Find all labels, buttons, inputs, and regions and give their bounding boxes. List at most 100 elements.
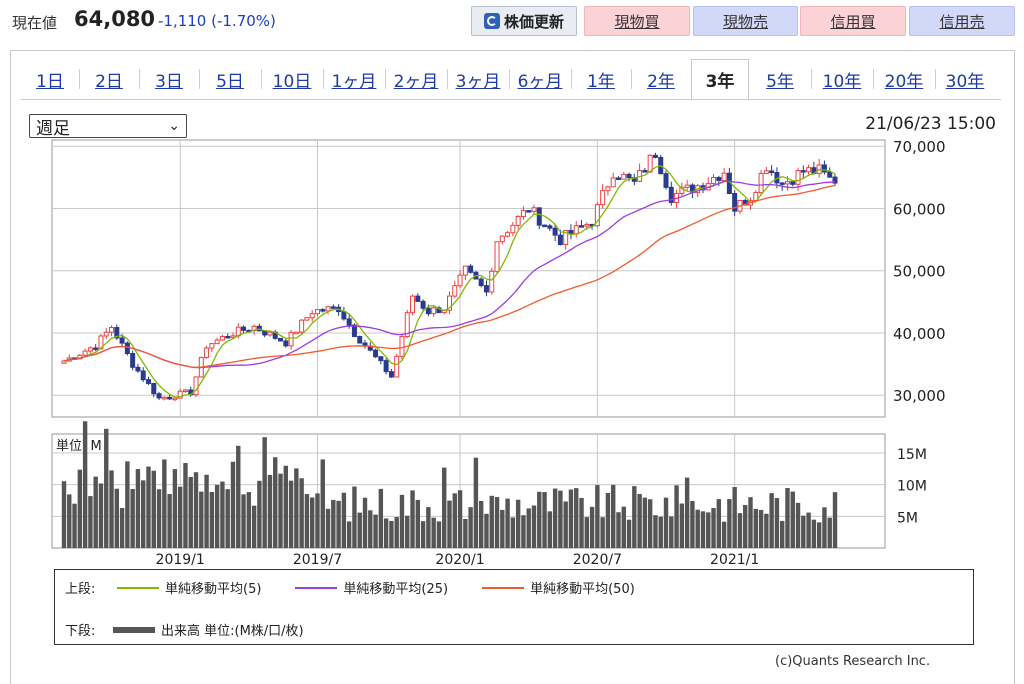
volume-tick-label: 15M: [897, 447, 927, 463]
volume-bar: [579, 497, 584, 548]
date-tick-label: 2020/1: [435, 552, 484, 566]
candle-body: [161, 396, 167, 400]
volume-bar: [88, 496, 93, 548]
volume-bar: [262, 437, 267, 548]
volume-bar: [156, 489, 162, 548]
candle-body: [642, 170, 648, 173]
legend-ma5-label: 単純移動平均(5): [165, 582, 262, 597]
price-value: 64,080: [74, 7, 156, 31]
volume-bar: [362, 497, 368, 548]
volume-bar: [220, 481, 225, 548]
candle-body: [119, 337, 125, 344]
volume-bar: [558, 490, 563, 548]
volume-bar: [463, 518, 468, 548]
candle-body: [283, 340, 289, 347]
candle-body: [827, 171, 833, 178]
volume-bar: [346, 521, 352, 548]
volume-bar: [505, 498, 510, 548]
candle-body: [652, 154, 658, 158]
volume-bar: [394, 517, 399, 548]
candle-body: [204, 347, 210, 358]
candle-body: [241, 326, 247, 331]
candle-body: [93, 347, 99, 350]
date-tick-label: 2020/7: [573, 552, 622, 566]
volume-bar: [758, 509, 764, 548]
volume-bar: [653, 515, 658, 548]
volume-bar: [478, 501, 484, 548]
volume-bar: [774, 498, 780, 548]
candle-body: [457, 274, 463, 287]
candle-body: [415, 295, 421, 302]
volume-bar: [568, 489, 574, 548]
candle-body: [219, 335, 225, 341]
candle-body: [373, 349, 379, 358]
volume-bar: [141, 480, 146, 548]
volume-bar: [267, 474, 273, 548]
candle-body: [462, 265, 468, 276]
volume-bar: [642, 497, 648, 548]
volume-bar: [711, 508, 716, 548]
volume-bar: [531, 505, 537, 548]
volume-bar: [500, 509, 505, 548]
volume-bar: [146, 466, 151, 548]
candle-body: [821, 164, 827, 173]
candle-body: [499, 235, 505, 243]
margin-sell-button[interactable]: 信用売: [909, 6, 1015, 36]
volume-bar: [584, 517, 590, 548]
candle-body: [288, 331, 294, 347]
candle-body: [383, 360, 389, 373]
volume-bar: [72, 503, 77, 548]
candle-body: [547, 225, 553, 229]
candle-body: [526, 210, 532, 213]
candle-body: [468, 265, 474, 273]
legend-ma50-label: 単純移動平均(50): [530, 582, 635, 597]
candle-body: [124, 342, 130, 355]
volume-bar: [574, 488, 579, 548]
volume-bar: [521, 515, 526, 548]
date-tick-label: 2021/1: [710, 552, 759, 566]
volume-bar: [563, 501, 568, 548]
volume-bar: [410, 490, 415, 548]
volume-bar: [431, 517, 436, 548]
candle-body: [716, 177, 722, 181]
refresh-button[interactable]: 株価更新: [471, 6, 577, 36]
volume-bar: [246, 492, 252, 548]
candle-body: [711, 177, 717, 185]
volume-bar: [801, 515, 806, 548]
candle-body: [130, 353, 136, 368]
volume-bar: [484, 513, 489, 548]
candle-body: [293, 331, 299, 335]
chart-legend: 上段: 単純移動平均(5) 単純移動平均(25) 単純移動平均(50) 下段: …: [54, 569, 974, 645]
candle-body: [330, 306, 336, 309]
price-tick-label: 40,000: [893, 325, 946, 343]
candle-body: [225, 335, 231, 339]
candle-body: [172, 397, 178, 401]
refresh-label: 株価更新: [503, 12, 564, 31]
candle-body: [314, 309, 320, 315]
volume-bar: [626, 519, 632, 548]
cash-sell-button[interactable]: 現物売: [693, 6, 798, 36]
candle-body: [790, 181, 796, 185]
candle-body: [552, 227, 558, 236]
volume-bar: [352, 486, 357, 548]
candle-body: [167, 396, 173, 400]
date-tick-label: 2019/1: [156, 552, 205, 566]
volume-bar: [378, 488, 384, 548]
volume-bar: [611, 484, 616, 548]
volume-bar: [669, 516, 674, 548]
volume-bar: [542, 492, 547, 548]
candle-body: [489, 270, 495, 293]
volume-bar: [658, 516, 663, 548]
margin-buy-button[interactable]: 信用買: [800, 6, 906, 36]
candle-body: [610, 177, 616, 188]
volume-bar: [193, 472, 199, 548]
candle-body: [304, 317, 310, 321]
volume-bar: [130, 489, 135, 548]
volume-bar: [690, 501, 695, 548]
candle-body: [262, 330, 268, 336]
cash-buy-button[interactable]: 現物買: [584, 6, 690, 36]
volume-bar: [473, 457, 479, 548]
volume-bar: [552, 488, 558, 548]
volume-bar: [706, 512, 711, 548]
candle-body: [758, 173, 764, 194]
